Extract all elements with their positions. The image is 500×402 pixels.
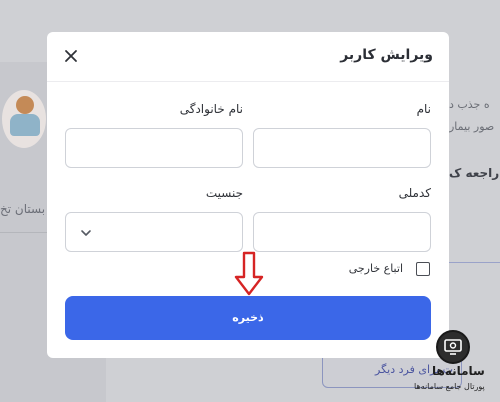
save-button[interactable]: ذخیره bbox=[65, 296, 431, 340]
last-name-input[interactable] bbox=[65, 128, 243, 168]
monitor-icon bbox=[444, 339, 462, 355]
foreign-national-checkbox[interactable] bbox=[416, 262, 430, 276]
last-name-label: نام خانوادگی bbox=[179, 102, 243, 116]
foreign-national-label: اتباع خارجی bbox=[348, 262, 403, 275]
background-right-text-3: راجعه ک bbox=[449, 166, 500, 180]
close-button[interactable] bbox=[61, 46, 81, 66]
avatar-head-shape bbox=[16, 96, 34, 114]
modal-header: ویرایش کاربر bbox=[47, 32, 449, 82]
arrow-down-icon bbox=[234, 251, 264, 296]
doctor-avatar bbox=[2, 90, 46, 148]
gender-label: جنسیت bbox=[205, 186, 243, 200]
background-right-text-1: ه جذب د bbox=[449, 98, 490, 111]
watermark-logo bbox=[436, 330, 470, 364]
watermark-subtitle: پورتال جامع سامانه‌ها bbox=[414, 382, 485, 391]
watermark-title: سامانه‌ها bbox=[432, 364, 485, 378]
close-icon bbox=[65, 50, 77, 62]
national-code-input[interactable] bbox=[253, 212, 431, 252]
first-name-label: نام bbox=[416, 102, 431, 116]
background-left-text: بستان تخ bbox=[0, 202, 46, 216]
national-code-label: کدملی bbox=[398, 186, 431, 200]
modal-title: ویرایش کاربر bbox=[340, 47, 433, 63]
chevron-down-icon bbox=[81, 230, 91, 236]
edit-user-modal: ویرایش کاربر نام نام خانوادگی کدملی جنسی… bbox=[47, 32, 449, 358]
avatar-body-shape bbox=[10, 114, 40, 136]
background-right-text-2: صور بیمار bbox=[449, 120, 495, 133]
first-name-input[interactable] bbox=[253, 128, 431, 168]
gender-select[interactable] bbox=[65, 212, 243, 252]
